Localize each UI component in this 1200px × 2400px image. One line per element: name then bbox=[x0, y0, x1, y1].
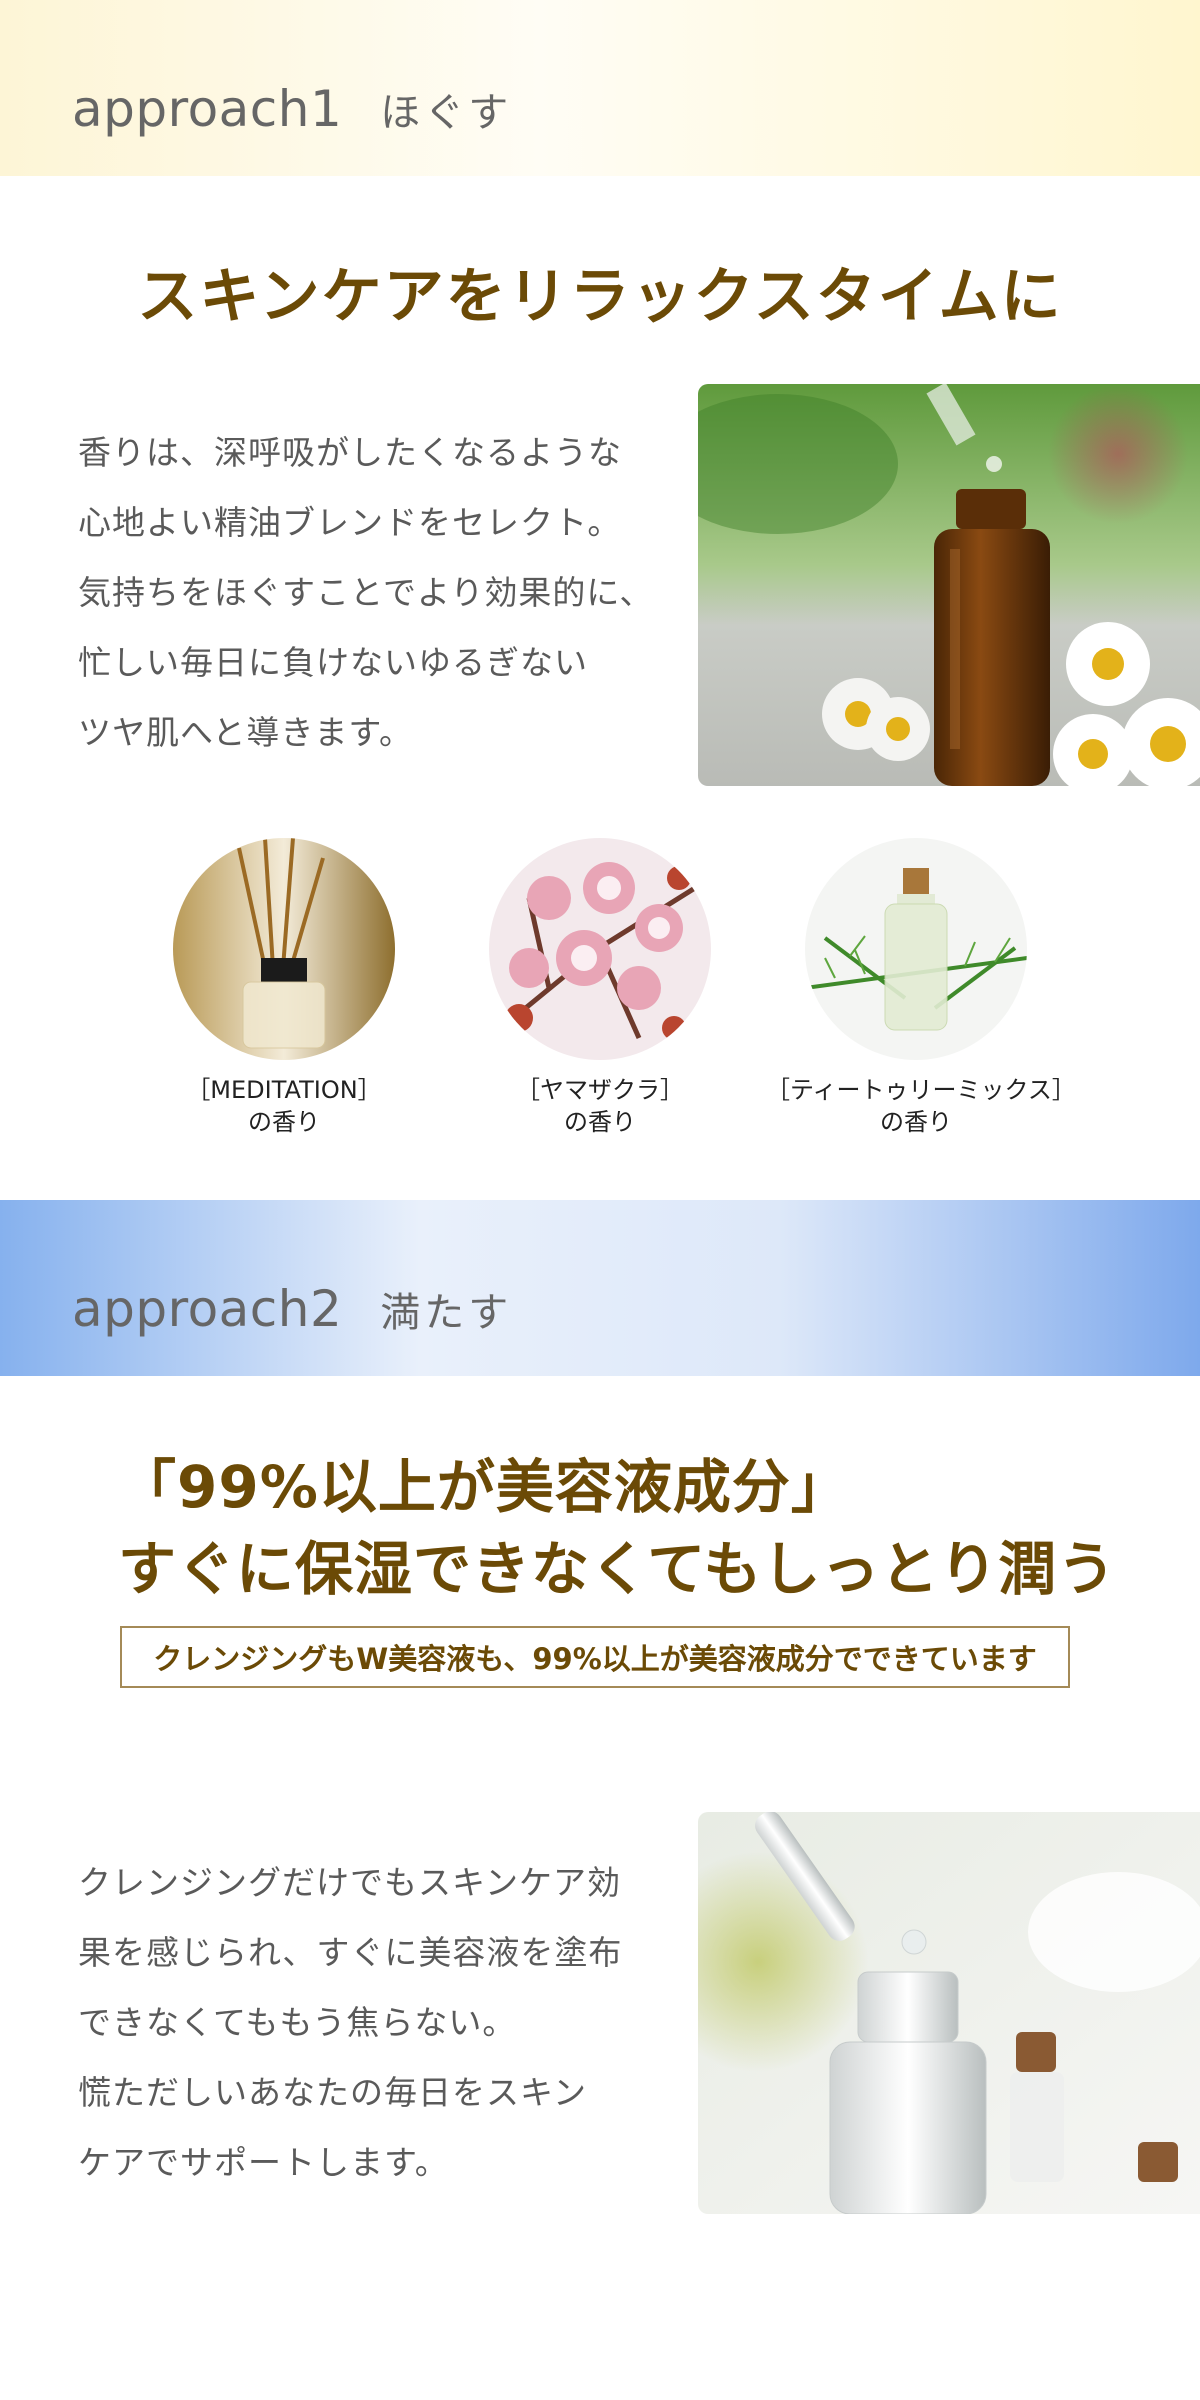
approach1-body: 香りは、深呼吸がしたくなるような 心地よい精油ブレンドをセレクト。 気持ちをほぐ… bbox=[78, 418, 658, 768]
approach1-body-line: ツヤ肌へと導きます。 bbox=[78, 713, 414, 752]
approach1-body-line: 香りは、深呼吸がしたくなるような bbox=[78, 433, 622, 472]
approach1-label-jp: ほぐす bbox=[380, 90, 513, 136]
cherry-blossom-icon bbox=[489, 838, 711, 1060]
scent-suffix: の香り bbox=[248, 1108, 320, 1136]
approach2-body-line: できなくてももう焦らない。 bbox=[78, 2003, 517, 2042]
approach1-label-en: approach1 bbox=[72, 80, 343, 138]
scent-label: ［ティートゥリーミックス］ の香り bbox=[766, 1074, 1076, 1138]
scent-yamazakura: ［ヤマザクラ］ の香り bbox=[450, 838, 750, 1138]
essential-oil-bottle-photo bbox=[698, 384, 1200, 786]
approach2-tagline-box: クレンジングもW美容液も、99%以上が美容液成分でできています bbox=[120, 1626, 1070, 1688]
tea-tree-oil-icon bbox=[805, 838, 1027, 1060]
scent-name: ［ヤマザクラ］ bbox=[516, 1076, 684, 1104]
scent-label: ［MEDITATION］ の香り bbox=[134, 1074, 434, 1138]
approach2-header-band: approach2 満たす bbox=[0, 1200, 1200, 1376]
approach2-body-line: クレンジングだけでもスキンケア効 bbox=[78, 1863, 622, 1902]
approach1-title: approach1 ほぐす bbox=[72, 80, 512, 140]
scent-label: ［ヤマザクラ］ の香り bbox=[450, 1074, 750, 1138]
approach2-body-line: 慌ただしいあなたの毎日をスキン bbox=[78, 2073, 588, 2112]
approach1-body-line: 心地よい精油ブレンドをセレクト。 bbox=[78, 503, 622, 542]
approach2-title: approach2 満たす bbox=[72, 1280, 512, 1340]
approach1-body-line: 気持ちをほぐすことでより効果的に、 bbox=[78, 573, 654, 612]
scent-suffix: の香り bbox=[880, 1108, 952, 1136]
approach2-body-line: ケアでサポートします。 bbox=[78, 2143, 449, 2182]
approach2-body-line: 果を感じられ、すぐに美容液を塗布 bbox=[78, 1933, 623, 1972]
scent-name: ［MEDITATION］ bbox=[186, 1076, 382, 1104]
scent-name: ［ティートゥリーミックス］ bbox=[766, 1076, 1076, 1104]
serum-dropper-photo bbox=[698, 1812, 1200, 2214]
scent-tea-tree-mix: ［ティートゥリーミックス］ の香り bbox=[766, 838, 1076, 1138]
scent-suffix: の香り bbox=[564, 1108, 636, 1136]
approach1-body-line: 忙しい毎日に負けないゆるぎない bbox=[78, 643, 588, 682]
approach2-headline: 「99%以上が美容液成分」 すぐに保湿できなくてもしっとり潤う bbox=[118, 1446, 1118, 1610]
approach2-label-jp: 満たす bbox=[380, 1290, 513, 1336]
approach1-header-band: approach1 ほぐす bbox=[0, 0, 1200, 176]
scent-meditation: ［MEDITATION］ の香り bbox=[134, 838, 434, 1138]
approach2-label-en: approach2 bbox=[72, 1280, 343, 1338]
approach2-body: クレンジングだけでもスキンケア効 果を感じられ、すぐに美容液を塗布 できなくても… bbox=[78, 1848, 658, 2198]
approach1-headline: スキンケアをリラックスタイムに bbox=[137, 262, 1063, 332]
approach2-headline-line: すぐに保湿できなくてもしっとり潤う bbox=[118, 1535, 1117, 1603]
approach2-headline-line: 「99%以上が美容液成分」 bbox=[118, 1453, 850, 1521]
reed-diffuser-icon bbox=[173, 838, 395, 1060]
